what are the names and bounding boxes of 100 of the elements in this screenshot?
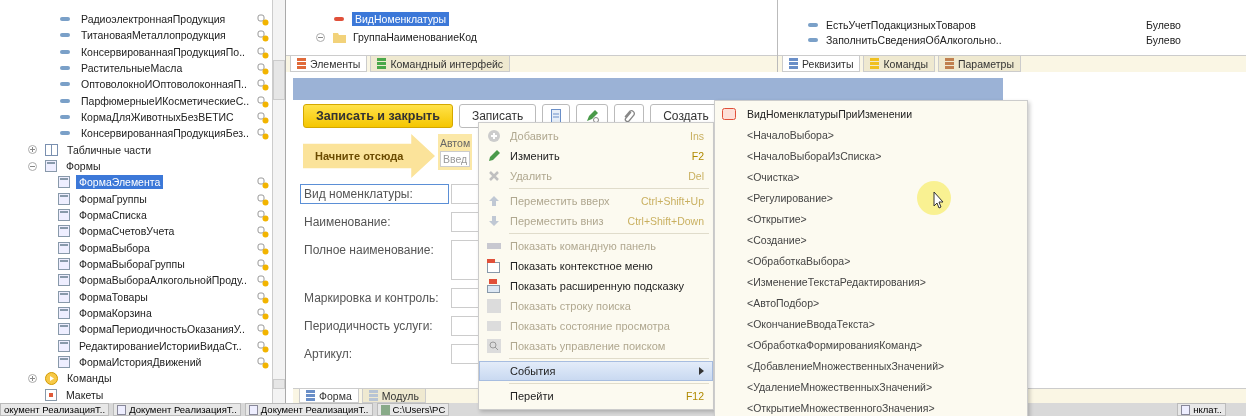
tree-item[interactable]: ОптоволокноИОптоволоконнаяП.. [78,77,250,92]
scrollbar[interactable] [272,0,286,403]
tree-item[interactable]: ФормаВыбораГруппы [76,257,188,272]
stack-icon [368,390,378,401]
tree-item[interactable]: ПарфюмерныеИКосметическиеС.. [78,93,253,108]
tree-item[interactable]: РадиоэлектроннаяПродукция [78,12,229,27]
field-label: Наименование: [303,214,392,231]
tree-item[interactable]: КонсервированнаяПродукцияПо.. [78,44,248,59]
tree-item[interactable]: ФормаИсторияДвижений [76,355,205,370]
stack-icon [944,58,954,69]
menu-item[interactable]: Показать контекстное меню [479,256,713,276]
field-label: Периодичность услуги: [303,318,434,335]
tree-item[interactable]: ФормаТовары [76,289,151,304]
pencil-icon [487,149,501,163]
tree-item[interactable]: ФормаВыбора [76,240,153,255]
attribute-icon [60,49,70,54]
play-icon [45,371,58,385]
menu-item[interactable]: <УдалениеМножественныхЗначений> [715,376,1027,397]
menu-item[interactable]: <ОбработкаВыбора> [715,250,1027,271]
menu-item[interactable]: События [479,361,713,381]
form-icon [58,258,70,271]
search-icon [487,339,501,353]
taskbar-item[interactable]: C:\Users\PC [376,403,450,416]
tab[interactable]: Элементы [290,56,368,72]
form-icon [58,209,70,222]
menu-item[interactable]: <ДобавлениеМножественныхЗначений> [715,355,1027,376]
panel-icon [487,321,501,331]
form-icon [58,290,70,303]
tab[interactable]: Форма [299,389,359,403]
menu-item[interactable]: <ИзменениеТекстаРедактирования> [715,271,1027,292]
tree-item[interactable]: РастительныеМасла [78,61,186,76]
field-label: Полное наименование: [303,242,435,259]
attribute-icon [60,115,70,120]
menu-item[interactable]: <НачалоВыбораИзСписка> [715,145,1027,166]
tab[interactable]: Параметры [937,56,1021,72]
menu-item[interactable]: <ОбработкаФормированияКоманд> [715,334,1027,355]
tree-item[interactable]: ГруппаНаименованиеКод [350,30,480,45]
file-icon [380,404,390,415]
pen-icon [585,109,600,123]
form-icon [58,307,70,320]
taskbar-item[interactable]: Документ РеализацияТ.. [113,403,241,416]
stack-icon [297,58,306,69]
taskbar-item[interactable]: Документ РеализацияТ.. [244,403,373,416]
menu-item[interactable]: Изменить F2 [479,146,713,166]
menu-item[interactable]: <Регулирование> [715,187,1027,208]
collapse-icon[interactable] [316,32,325,42]
tree-item[interactable]: ТитановаяМеталлопродукция [78,28,229,43]
attribute-type: Булево [1146,18,1181,31]
tree-item[interactable]: КормаДляЖивотныхБезВЕТИС [78,110,237,125]
tree-item[interactable]: ФормаСписка [76,208,150,223]
form-icon [58,356,70,369]
taskbar-item[interactable]: нклат.. [1177,403,1226,416]
tree-item[interactable]: ФормаПериодичностьОказанияУ.. [76,322,248,337]
tree-item[interactable]: КонсервированнаяПродукцияБез.. [78,126,252,141]
tab[interactable]: Реквизиты [782,56,861,72]
template-icon [45,388,57,401]
form-icon [58,241,70,254]
taskbar-item[interactable]: окумент РеализацияТ.. [0,403,110,416]
handler-icon [722,107,736,120]
tree-item[interactable]: Макеты [63,387,107,402]
tree-item[interactable]: ВидНоменклатуры [352,12,450,27]
menu-item[interactable]: Показать расширенную подсказку [479,276,713,296]
stack-icon [870,58,880,69]
collapse-icon[interactable] [28,161,37,171]
stack-icon [789,58,798,69]
expand-icon[interactable] [28,145,37,155]
tree-item[interactable]: РедактированиеИсторииВидаСт.. [76,338,245,353]
tree-item[interactable]: Формы [63,159,104,174]
folder-icon [333,31,346,43]
tab[interactable]: Командный интерфейс [370,56,511,72]
attribute-type: Булево [1146,33,1181,46]
form-icon [58,192,70,205]
plus-icon [487,129,501,143]
auto-label: Автом [440,137,471,149]
tree-item[interactable]: ФормаЭлемента [76,175,164,190]
menu-item[interactable]: Перейти F12 [479,386,713,406]
attribute-name: ЗаполнитьСведенияОбАлкогольно.. [826,33,1003,46]
tooltip-icon [487,279,501,293]
tree-item[interactable]: ФормаКорзина [76,306,155,321]
attribute-icon [60,33,70,38]
tree-item[interactable]: ФормаВыбораАлкогольнойПроду.. [76,273,250,288]
menu-item[interactable]: <Открытие> [715,208,1027,229]
menu-item[interactable]: <АвтоПодбор> [715,292,1027,313]
menu-item[interactable]: <ОткрытиеМножественногоЗначения> [715,397,1027,416]
expand-icon[interactable] [28,373,37,383]
menu-item[interactable]: <Создание> [715,229,1027,250]
stack-icon [377,58,387,69]
tree-item[interactable]: ФормаГруппы [76,191,150,206]
menu-item[interactable]: <ОкончаниеВводаТекста> [715,313,1027,334]
tab[interactable]: Команды [863,56,935,72]
attribute-icon [334,17,344,22]
tab[interactable]: Модуль [361,389,426,403]
tree-item[interactable]: Команды [64,371,115,386]
tree-item[interactable]: Табличные части [64,142,155,157]
menu-item[interactable]: <Очистка> [715,166,1027,187]
field-label: Артикул: [303,346,354,363]
tree-item[interactable]: ФормаСчетовУчета [76,224,178,239]
save-close-button[interactable]: Записать и закрыть [303,104,453,128]
down-arrow-icon [488,215,500,227]
submenu-arrow-icon [699,367,704,375]
